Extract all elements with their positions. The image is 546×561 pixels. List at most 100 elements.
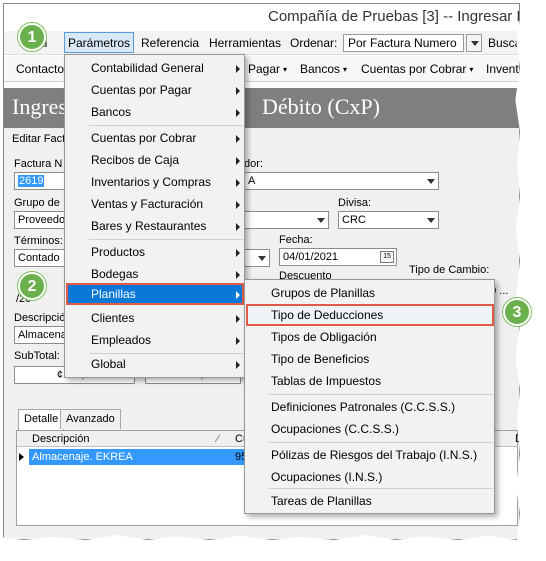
menu-item-label: Empleados [91, 333, 152, 347]
submenu-item-ocupaciones-ins[interactable]: Ocupaciones (I.N.S.) [246, 466, 494, 488]
menu-item-label: Contabilidad General [91, 61, 204, 75]
chevron-right-icon [236, 157, 240, 165]
calendar-icon[interactable]: 15 [380, 251, 394, 263]
descripcion-label: Descripció [14, 312, 66, 324]
submenu-item-tipo-de-deducciones[interactable]: Tipo de Deducciones [246, 304, 494, 326]
menu-item-label: Ventas y Facturación [91, 197, 204, 211]
menu-item-recibos-de-caja[interactable]: Recibos de Caja [66, 149, 244, 171]
menu-referencia[interactable]: Referencia [141, 36, 199, 50]
chevron-down-icon [317, 218, 325, 223]
toolbar-cxc-label: Cuentas por Cobrar [361, 62, 467, 76]
menu-buscar[interactable]: Busca [488, 36, 519, 50]
chevron-right-icon [236, 65, 240, 73]
menu-bar: al Parámetros Referencia Herramientas Or… [4, 31, 519, 55]
toolbar-pagar-label: Pagar [248, 62, 281, 76]
chevron-down-icon: ▾ [283, 65, 288, 75]
menu-item-label: Recibos de Caja [91, 153, 180, 167]
tab-detalle[interactable]: Detalle [18, 409, 65, 430]
chevron-down-icon [258, 256, 266, 261]
column-d[interactable]: D [515, 433, 519, 445]
descripcion-value: Almacena [18, 329, 66, 341]
menu-item-label: Cuentas por Cobrar [91, 131, 197, 145]
menu-item-planillas[interactable]: Planillas [66, 283, 244, 305]
menu-item-cuentas-por-cobrar[interactable]: Cuentas por Cobrar [66, 127, 244, 149]
page-title-right: Débito (CxP) [262, 94, 380, 119]
menu-parametros[interactable]: Parámetros [64, 32, 135, 53]
submenu-item-tareas-de-planillas[interactable]: Tareas de Planillas [246, 490, 494, 512]
menu-item-label: Planillas [91, 287, 136, 301]
fecha-value: 04/01/2021 [283, 251, 339, 263]
terminos-days-select[interactable] [244, 249, 270, 267]
menu-item-label: Bodegas [91, 267, 139, 281]
submenu-item-tipos-de-obligacion[interactable]: Tipos de Obligación [246, 326, 494, 348]
menu-separator [269, 488, 493, 489]
menu-item-cuentas-por-pagar[interactable]: Cuentas por Pagar [66, 79, 244, 101]
menu-item-contabilidad-general[interactable]: Contabilidad General [66, 57, 244, 79]
app-window: Compañía de Pruebas [3] -- Ingresar F al… [3, 3, 520, 540]
tab-avanzado[interactable]: Avanzado [60, 409, 121, 429]
chevron-right-icon [236, 315, 240, 323]
sort-select[interactable]: Por Factura Numero [343, 34, 464, 52]
menu-item-label: Bares y Restaurantes [91, 219, 207, 233]
menu-item-bares-y-restaurantes[interactable]: Bares y Restaurantes [66, 215, 244, 237]
divisa-value: CRC [342, 214, 366, 226]
divisa-select[interactable]: CRC [338, 211, 439, 229]
menu-separator [89, 125, 243, 126]
toolbar-bancos-label: Bancos [300, 62, 341, 76]
terminos-select[interactable]: Contado [14, 249, 66, 267]
menu-item-bodegas[interactable]: Bodegas [66, 263, 244, 285]
chevron-down-icon: ▾ [343, 65, 348, 75]
menu-item-global[interactable]: Global [66, 353, 244, 375]
descripcion-input[interactable]: Almacena [14, 326, 66, 344]
menu-item-inventarios-y-compras[interactable]: Inventarios y Compras [66, 171, 244, 193]
menu-item-clientes[interactable]: Clientes [66, 307, 244, 329]
chevron-right-icon [236, 201, 240, 209]
chevron-right-icon [236, 109, 240, 117]
toolbar-inventarios[interactable]: Invent [486, 62, 519, 76]
fecha-label: Fecha: [279, 234, 313, 246]
factura-input[interactable]: 2619 [14, 172, 66, 190]
fecha-input[interactable]: 04/01/2021 15 [279, 248, 397, 266]
callout-badge-1: 1 [18, 23, 46, 51]
page-title-left: Ingres [12, 94, 67, 119]
submenu-item-polizas-de-riesgos[interactable]: Pólizas de Riesgos del Trabajo (I.N.S.) [246, 444, 494, 466]
proveedor-label: dor: [244, 158, 263, 170]
sort-dropdown-button[interactable] [466, 34, 482, 52]
chevron-right-icon [236, 179, 240, 187]
menu-separator [269, 442, 493, 443]
submenu-item-definiciones-patronales[interactable]: Definiciones Patronales (C.C.S.S.) [246, 396, 494, 418]
toolbar-contactos[interactable]: Contacto [16, 62, 64, 76]
proveedor-select[interactable]: A [244, 172, 439, 190]
toolbar-bancos[interactable]: Bancos ▾ [300, 62, 347, 76]
sort-label: Ordenar: [290, 36, 338, 50]
row-indicator-icon [19, 453, 24, 461]
menu-item-label: Bancos [91, 105, 132, 119]
toolbar-cuentas-por-pagar[interactable]: Pagar ▾ [248, 62, 287, 76]
column-descripcion[interactable]: Descripción [32, 433, 89, 445]
menu-item-ventas-y-facturacion[interactable]: Ventas y Facturación [66, 193, 244, 215]
factura-label: Factura N [14, 158, 63, 170]
submenu-item-tipo-de-beneficios[interactable]: Tipo de Beneficios [246, 348, 494, 370]
chevron-right-icon [236, 223, 240, 231]
menu-item-bancos[interactable]: Bancos [66, 101, 244, 123]
parametros-menu: Contabilidad General Cuentas por Pagar B… [64, 54, 245, 378]
grupo-select[interactable]: Proveedo [14, 211, 66, 229]
chevron-right-icon [236, 87, 240, 95]
submenu-item-tablas-de-impuestos[interactable]: Tablas de Impuestos [246, 370, 494, 392]
terminos-label: Términos: [14, 235, 63, 247]
submenu-item-grupos-de-planillas[interactable]: Grupos de Planillas [246, 282, 494, 304]
grupo-detail-select[interactable] [244, 211, 329, 229]
factura-value: 2619 [18, 175, 45, 187]
chevron-down-icon [427, 179, 435, 184]
toolbar-cuentas-por-cobrar[interactable]: Cuentas por Cobrar ▾ [361, 62, 473, 76]
chevron-down-icon: ▾ [469, 65, 474, 75]
tipo-cambio-label: Tipo de Cambio: [409, 264, 490, 276]
menu-herramientas[interactable]: Herramientas [209, 36, 281, 50]
submenu-item-ocupaciones-ccss[interactable]: Ocupaciones (C.C.S.S.) [246, 418, 494, 440]
menu-separator [89, 239, 243, 240]
menu-item-productos[interactable]: Productos [66, 241, 244, 263]
menu-item-empleados[interactable]: Empleados [66, 329, 244, 351]
menu-parametros-label: Parámetros [68, 36, 131, 50]
row-descripcion[interactable]: Almacenaje. EKREA [29, 449, 244, 465]
divisa-label: Divisa: [338, 197, 372, 209]
